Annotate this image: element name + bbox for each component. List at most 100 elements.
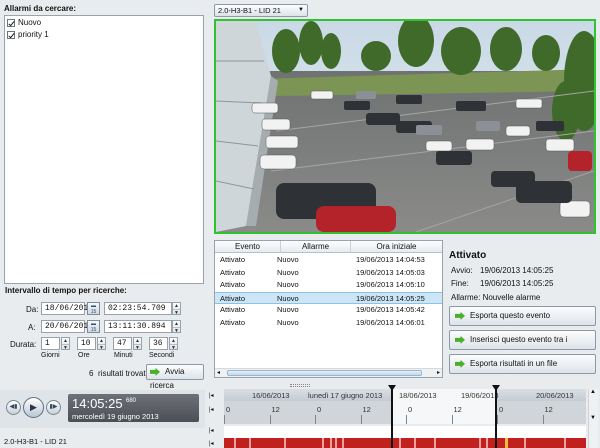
from-label: Da: <box>26 305 39 314</box>
alarm-item-nuovo[interactable]: Nuovo <box>5 16 203 30</box>
interval-title: Intervallo di tempo per ricerche: <box>5 286 127 295</box>
event-marker <box>564 438 566 448</box>
to-calendar-icon[interactable]: ▬ 15 <box>87 320 100 333</box>
timeline-tick <box>406 415 407 424</box>
timeline-hour-label: 12 <box>453 405 462 414</box>
export-results-button[interactable]: Esporta risultati in un file <box>449 354 596 374</box>
cell-start-time: 19/06/2013 14:05:42 <box>356 305 425 314</box>
jump-start-icon[interactable]: |◂ <box>209 392 214 399</box>
scroll-down-icon[interactable]: ▼ <box>590 415 596 421</box>
bookmark-event-button[interactable]: Inserisci questo evento tra i bookmark <box>449 330 596 362</box>
from-time-field[interactable]: 02:23:54.709 <box>104 302 172 315</box>
alarm-item-label: Nuovo <box>18 18 42 27</box>
jump-start-icon[interactable]: |◂ <box>209 440 214 447</box>
camera-selector[interactable]: 2.0-H3-B1 - LID 21 ▼ <box>214 4 308 17</box>
step-forward-icon[interactable]: ▮▶ <box>46 400 61 415</box>
duration-hours-field[interactable]: 10 <box>77 337 96 350</box>
duration-minutes-spinner[interactable]: ▲ ▼ <box>133 337 142 350</box>
cell-event: Attivato <box>220 280 246 289</box>
from-calendar-icon[interactable]: ▬ 15 <box>87 302 100 315</box>
timeline-date-label: lunedì 17 giugno 2013 <box>308 391 383 400</box>
to-time-spinner[interactable]: ▲ ▼ <box>172 320 181 333</box>
end-label: Fine: <box>451 279 469 288</box>
timeline-tick <box>224 415 225 424</box>
range-start-marker[interactable] <box>391 386 393 448</box>
table-row[interactable]: Attivato Nuovo 19/06/2013 14:05:03 <box>215 267 442 280</box>
event-marker <box>414 438 416 448</box>
event-marker <box>486 438 488 448</box>
scroll-right-icon[interactable]: ▸ <box>437 369 440 376</box>
arrow-right-icon <box>455 335 465 344</box>
current-date: mercoledì 19 giugno 2013 <box>72 412 159 421</box>
duration-seconds-field[interactable]: 36 <box>149 337 168 350</box>
checkbox-checked-icon[interactable] <box>7 18 15 27</box>
results-table: Evento Allarme Ora iniziale Attivato Nuov… <box>214 240 443 378</box>
export-event-button[interactable]: Esporta questo evento <box>449 306 596 326</box>
timeline-scrollbar[interactable]: ▲ ▼ <box>588 389 598 448</box>
column-header-start-time[interactable]: Ora iniziale <box>351 241 442 253</box>
event-marker <box>335 438 337 448</box>
duration-minutes-unit: Minuti <box>114 352 133 359</box>
video-view[interactable] <box>214 19 596 234</box>
event-marker <box>399 438 401 448</box>
duration-hours-spinner[interactable]: ▲ ▼ <box>97 337 106 350</box>
timeline-date-label: 19/06/2013 <box>461 391 499 400</box>
table-row[interactable]: Attivato Nuovo 19/06/2013 14:05:10 <box>215 279 442 292</box>
scroll-up-icon[interactable]: ▲ <box>590 389 596 395</box>
cell-event: Attivato <box>220 255 246 264</box>
duration-seconds-spinner[interactable]: ▲ ▼ <box>169 337 178 350</box>
export-results-label: Esporta risultati in un file <box>470 359 558 368</box>
event-marker <box>330 438 332 448</box>
time-display: 14:05:25 680 mercoledì 19 giugno 2013 <box>68 394 199 422</box>
duration-days-spinner[interactable]: ▲ ▼ <box>61 337 70 350</box>
event-marker <box>249 438 251 448</box>
horizontal-scrollbar[interactable]: ◂ ▸ <box>215 368 442 377</box>
playback-bar: ◀▮ ▶ ▮▶ 14:05:25 680 mercoledì 19 giugno… <box>0 390 205 428</box>
play-icon[interactable]: ▶ <box>23 397 44 418</box>
table-row[interactable]: Attivato Nuovo 19/06/2013 14:05:25 <box>215 291 442 304</box>
table-row[interactable]: Attivato Nuovo 19/06/2013 14:06:01 <box>215 317 442 330</box>
to-time-field[interactable]: 13:11:30.894 <box>104 320 172 333</box>
timeline-ruler[interactable]: 16/06/2013 lunedì 17 giugno 2013 18/06/201… <box>224 389 586 424</box>
cell-alarm: Nuovo <box>277 317 299 327</box>
duration-seconds-unit: Secondi <box>149 352 175 359</box>
timeline-hour-label: 0 <box>408 405 413 414</box>
timeline[interactable]: |◂ |◂ |◂ |◂ 16/06/2013 lunedì 17 giugno 2… <box>205 385 600 448</box>
duration-days-field[interactable]: 1 <box>41 337 60 350</box>
cell-alarm: Nuovo <box>277 255 299 264</box>
table-row[interactable]: Attivato Nuovo 19/06/2013 14:04:53 <box>215 254 442 267</box>
alarm-item-label: priority 1 <box>18 30 49 39</box>
camera-selector-label: 2.0-H3-B1 - LID 21 <box>218 6 281 15</box>
timeline-hour-label: 12 <box>544 405 553 414</box>
table-row[interactable]: Attivato Nuovo 19/06/2013 14:05:42 <box>215 304 442 317</box>
duration-minutes-field[interactable]: 47 <box>113 337 132 350</box>
recording-track[interactable] <box>224 438 586 448</box>
jump-start-icon[interactable]: |◂ <box>209 406 214 413</box>
range-end-marker[interactable] <box>495 386 497 448</box>
start-label: Avvio: <box>451 266 473 275</box>
timeline-tick <box>497 415 498 424</box>
timeline-hour-label: 0 <box>499 405 504 414</box>
duration-label: Durata: <box>10 340 37 349</box>
duration-hours-unit: Ore <box>78 352 90 359</box>
timeline-tick <box>451 415 453 424</box>
table-header: Evento Allarme Ora iniziale <box>215 241 442 253</box>
jump-start-icon[interactable]: |◂ <box>209 427 214 434</box>
checkbox-checked-icon[interactable] <box>7 30 15 39</box>
start-search-button[interactable]: Avvia ricerca <box>146 364 204 390</box>
timeline-hour-label: 0 <box>226 405 231 414</box>
event-marker <box>342 438 344 448</box>
camera-image <box>216 21 594 232</box>
scroll-left-icon[interactable]: ◂ <box>217 369 220 376</box>
timeline-tick <box>542 415 544 424</box>
to-label: A: <box>28 323 36 332</box>
column-header-alarm[interactable]: Allarme <box>281 241 351 253</box>
column-header-event[interactable]: Evento <box>215 241 281 253</box>
from-time-spinner[interactable]: ▲ ▼ <box>172 302 181 315</box>
to-date-field[interactable]: 20/06/2013 <box>41 320 93 333</box>
step-back-icon[interactable]: ◀▮ <box>6 400 21 415</box>
alarm-item-priority[interactable]: priority 1 <box>5 30 203 40</box>
from-date-field[interactable]: 18/06/2013 <box>41 302 93 315</box>
scrollbar-thumb[interactable] <box>227 370 422 376</box>
timeline-hour-label: 12 <box>362 405 371 414</box>
